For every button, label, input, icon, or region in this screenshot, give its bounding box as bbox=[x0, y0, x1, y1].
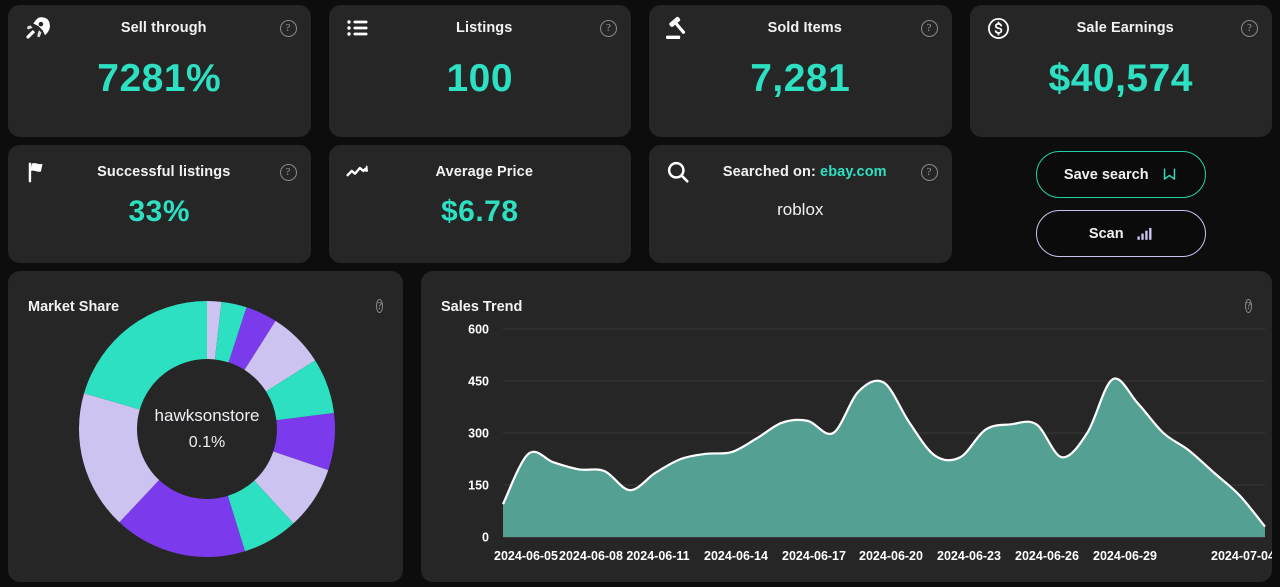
bookmark-icon bbox=[1161, 166, 1178, 183]
x-tick-label: 2024-06-11 bbox=[626, 549, 689, 563]
y-tick-label: 0 bbox=[482, 531, 489, 545]
card-header: Average Price bbox=[329, 145, 632, 181]
list-icon bbox=[343, 13, 373, 43]
kpi-title: Sold Items bbox=[767, 20, 842, 36]
x-tick-label: 2024-06-23 bbox=[937, 549, 1001, 563]
chart-y-axis-labels: 0 150 300 450 600 bbox=[468, 323, 489, 545]
kpi-value: 100 bbox=[446, 57, 514, 100]
help-icon[interactable]: ? bbox=[600, 19, 617, 37]
help-icon[interactable]: ? bbox=[920, 163, 938, 181]
help-icon-sales-trend[interactable]: ? bbox=[1245, 296, 1252, 314]
sales-trend-panel: Sales Trend ? 0 150 300 450 600 2024-06-05 20… bbox=[421, 271, 1272, 582]
help-icon[interactable]: ? bbox=[279, 19, 297, 37]
y-tick-label: 600 bbox=[468, 323, 489, 337]
kpi-title: Sell through bbox=[120, 20, 207, 36]
save-search-button[interactable]: Save search bbox=[1035, 151, 1206, 198]
kpi-value: 7281% bbox=[97, 57, 222, 100]
help-placeholder bbox=[600, 164, 617, 181]
x-tick-label: 2024-06-17 bbox=[782, 549, 846, 563]
card-header: Searched on: ebay.com ? bbox=[649, 145, 952, 183]
y-tick-label: 150 bbox=[468, 479, 489, 493]
flag-icon bbox=[22, 157, 52, 187]
x-tick-label: 2024-06-29 bbox=[1093, 549, 1157, 563]
charts-row: Market Share ? hawksonstore 0.1% Sales T… bbox=[4, 271, 1276, 584]
scan-label: Scan bbox=[1088, 225, 1124, 242]
kpi-row-secondary: Successful listings ? 33% Average Price … bbox=[4, 145, 1276, 263]
card-header: Sell through ? bbox=[8, 5, 311, 39]
kpi-title: Average Price bbox=[435, 164, 533, 180]
kpi-title: Successful listings bbox=[97, 164, 231, 180]
kpi-card-listings[interactable]: Listings ? 100 bbox=[328, 5, 632, 137]
kpi-card-sold-items[interactable]: Sold Items ? 7,281 bbox=[649, 5, 952, 137]
searched-on-card[interactable]: Searched on: ebay.com ? roblox bbox=[649, 145, 952, 263]
kpi-title: Sale Earnings bbox=[1076, 20, 1174, 36]
card-header: Sale Earnings ? bbox=[970, 5, 1273, 39]
help-icon[interactable]: ? bbox=[1245, 299, 1252, 313]
kpi-value: $6.78 bbox=[440, 195, 519, 228]
searched-on-label: Searched on: bbox=[722, 164, 816, 180]
card-header: Successful listings ? bbox=[8, 145, 311, 182]
market-share-title: Market Share bbox=[28, 299, 120, 315]
search-site-link[interactable]: ebay.com bbox=[820, 164, 887, 180]
y-tick-label: 300 bbox=[468, 427, 489, 441]
area-fill bbox=[503, 378, 1265, 537]
chart-x-axis-labels: 2024-06-05 2024-06-08 2024-06-11 2024-06-14… bbox=[494, 549, 1272, 563]
help-icon[interactable]: ? bbox=[279, 163, 297, 181]
kpi-card-sell-through[interactable]: Sell through ? 7281% bbox=[8, 5, 311, 137]
kpi-value: $40,574 bbox=[1048, 57, 1193, 100]
market-share-panel: Market Share ? hawksonstore 0.1% bbox=[8, 271, 403, 582]
donut-center-value: 0.1% bbox=[189, 434, 225, 451]
action-buttons: Save search Scan bbox=[970, 145, 1273, 263]
kpi-value: 7,281 bbox=[750, 57, 851, 100]
dashboard-root: Sell through ? 7281% Listings ? 100 Sold… bbox=[0, 0, 1280, 587]
kpi-card-average-price[interactable]: Average Price $6.78 bbox=[328, 145, 632, 263]
donut-slices bbox=[79, 301, 335, 557]
donut-center-name: hawksonstore bbox=[155, 406, 260, 425]
save-search-label: Save search bbox=[1063, 166, 1149, 183]
kpi-title: Listings bbox=[456, 20, 513, 36]
gavel-icon bbox=[663, 13, 693, 43]
dollar-circle-icon bbox=[984, 13, 1014, 43]
market-share-donut: hawksonstore 0.1% bbox=[79, 301, 335, 557]
help-icon-market-share[interactable]: ? bbox=[376, 296, 383, 314]
x-tick-label: 2024-06-08 bbox=[559, 549, 623, 563]
kpi-card-sale-earnings[interactable]: Sale Earnings ? $40,574 bbox=[969, 5, 1273, 137]
x-tick-label: 2024-06-20 bbox=[859, 549, 923, 563]
search-icon bbox=[663, 157, 693, 187]
help-icon[interactable]: ? bbox=[920, 19, 938, 37]
searched-on-title: Searched on: ebay.com bbox=[693, 164, 921, 180]
x-tick-label: 2024-06-26 bbox=[1015, 549, 1079, 563]
card-header: Sold Items ? bbox=[649, 5, 952, 40]
bars-icon bbox=[1136, 225, 1153, 242]
kpi-value: 33% bbox=[128, 195, 191, 228]
x-tick-label: 2024-06-05 bbox=[494, 549, 558, 563]
chart-area-series bbox=[502, 377, 1266, 537]
trend-icon bbox=[343, 157, 373, 187]
x-tick-label: 2024-06-14 bbox=[704, 549, 768, 563]
donut-slice[interactable] bbox=[84, 301, 207, 410]
search-query-value: roblox bbox=[777, 200, 824, 219]
rocket-icon bbox=[22, 13, 52, 43]
kpi-row-primary: Sell through ? 7281% Listings ? 100 Sold… bbox=[4, 5, 1276, 137]
y-tick-label: 450 bbox=[468, 375, 489, 389]
sales-trend-chart: 0150300450600 2024-06-05 2024-06-08 2024-0… bbox=[468, 323, 1272, 564]
card-header: Listings ? bbox=[329, 5, 632, 39]
sales-trend-title: Sales Trend bbox=[441, 299, 523, 315]
scan-button[interactable]: Scan bbox=[1035, 210, 1206, 257]
kpi-card-successful-listings[interactable]: Successful listings ? 33% bbox=[8, 145, 311, 263]
help-icon[interactable]: ? bbox=[1241, 19, 1258, 37]
x-tick-label: 2024-07-04 bbox=[1211, 549, 1272, 563]
help-icon[interactable]: ? bbox=[376, 299, 383, 313]
